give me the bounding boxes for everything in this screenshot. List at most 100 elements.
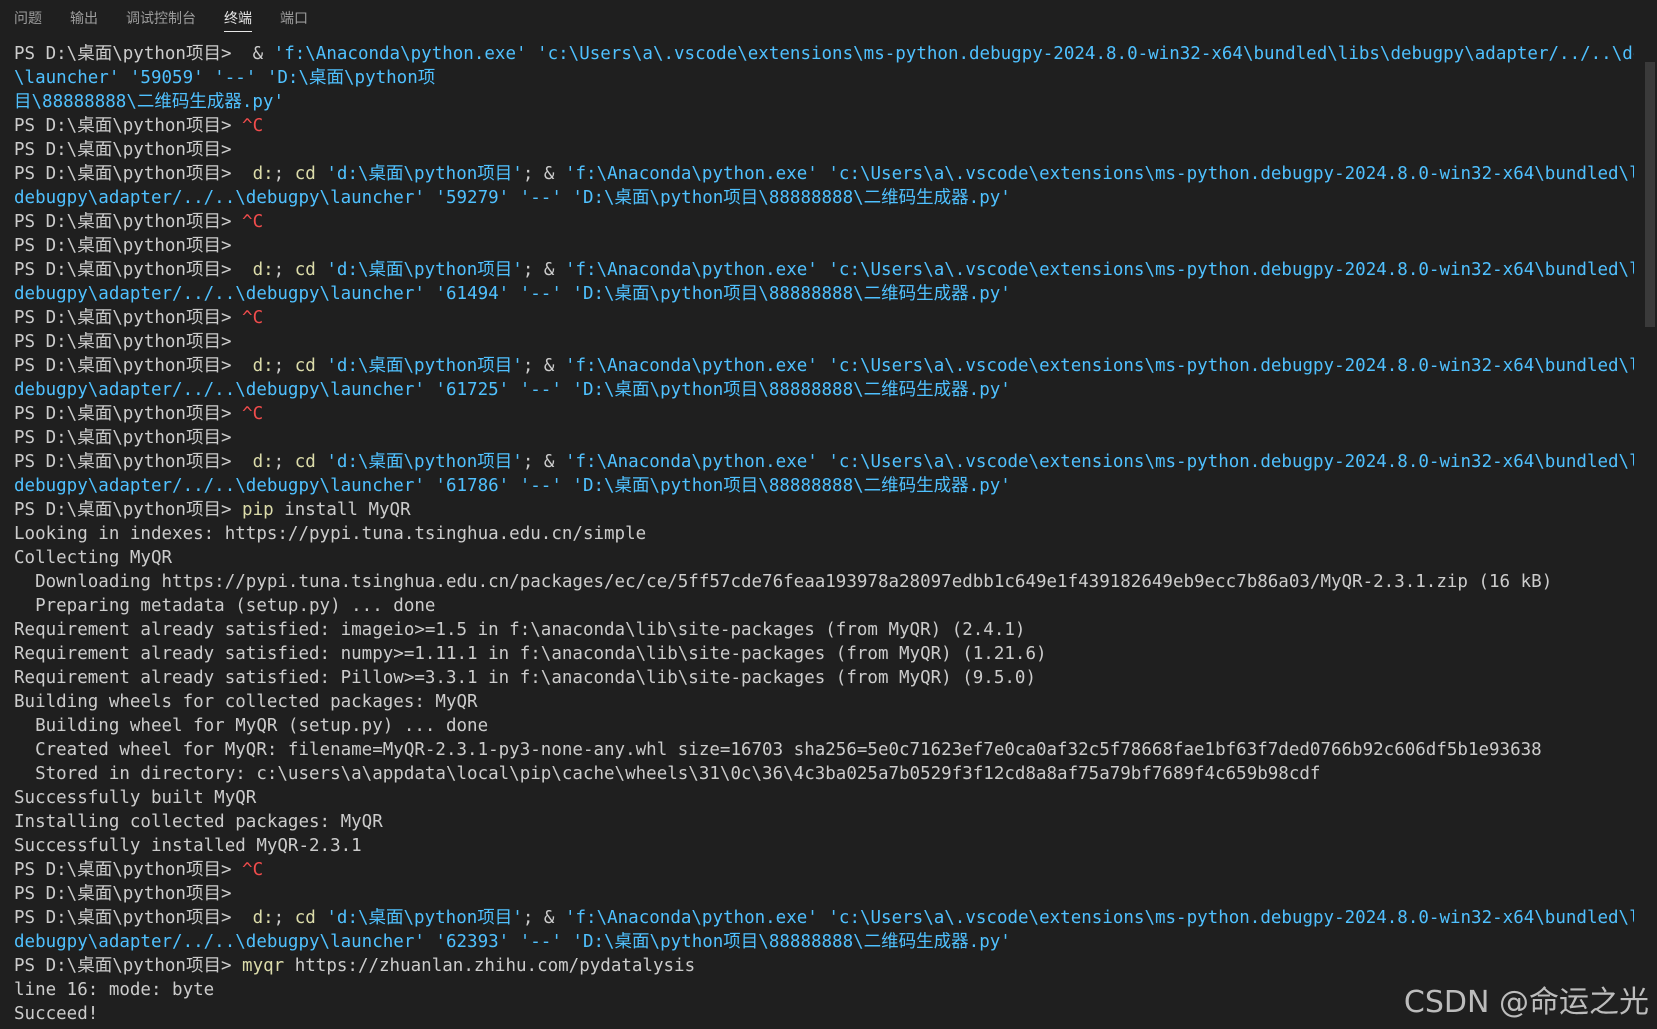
terminal-token: ; — [273, 452, 295, 472]
tab-problems[interactable]: 问题 — [0, 0, 56, 38]
terminal-token: debugpy\adapter/../..\debugpy\launcher' … — [14, 932, 1011, 952]
terminal-token: PS D:\桌面\python项目> — [14, 212, 243, 232]
terminal-token: Requirement already satisfied: numpy>=1.… — [14, 644, 1047, 664]
terminal-line: Succeed! — [14, 1002, 1634, 1026]
terminal-token: debugpy\adapter/../..\debugpy\launcher' … — [14, 188, 1011, 208]
terminal-token: pip — [242, 500, 274, 520]
terminal-line: PS D:\桌面\python项目> ^C — [14, 114, 1634, 138]
tab-ports[interactable]: 端口 — [266, 0, 322, 38]
terminal-line: Created wheel for MyQR: filename=MyQR-2.… — [14, 738, 1634, 762]
terminal-token: ^C — [242, 860, 264, 880]
terminal-token: 'f:\Anaconda\python.exe' 'c:\Users\a\.vs… — [564, 164, 1634, 184]
tab-debug-console[interactable]: 调试控制台 — [112, 0, 210, 38]
terminal-line: debugpy\adapter/../..\debugpy\launcher' … — [14, 474, 1634, 498]
terminal-line: PS D:\桌面\python项目> d:; cd 'd:\桌面\python项… — [14, 450, 1634, 474]
terminal-token: PS D:\桌面\python项目> — [14, 452, 243, 472]
terminal-line: PS D:\桌面\python项目> d:; cd 'd:\桌面\python项… — [14, 906, 1634, 930]
terminal-token: PS D:\桌面\python项目> — [14, 428, 243, 448]
terminal-token: Stored in directory: c:\users\a\appdata\… — [14, 764, 1321, 784]
terminal-token: debugpy\adapter/../..\debugpy\launcher' … — [14, 380, 1011, 400]
terminal-token: ^C — [242, 308, 264, 328]
terminal-line: Stored in directory: c:\users\a\appdata\… — [14, 762, 1634, 786]
terminal-token: debugpy\adapter/../..\debugpy\launcher' … — [14, 476, 1011, 496]
terminal-token: 'f:\Anaconda\python.exe' 'c:\Users\a\.vs… — [564, 260, 1634, 280]
terminal-line: Building wheel for MyQR (setup.py) ... d… — [14, 714, 1634, 738]
terminal-token: ; — [273, 164, 295, 184]
terminal-line: debugpy\adapter/../..\debugpy\launcher' … — [14, 186, 1634, 210]
terminal-token: cd — [294, 260, 316, 280]
terminal-line: Requirement already satisfied: numpy>=1.… — [14, 642, 1634, 666]
terminal-token: 'd:\桌面\python项目' — [326, 356, 523, 376]
terminal-token: myqr — [242, 956, 285, 976]
terminal-token: PS D:\桌面\python项目> — [14, 884, 243, 904]
terminal-token: ^C — [242, 212, 264, 232]
terminal-line: Requirement already satisfied: Pillow>=3… — [14, 666, 1634, 690]
terminal-line: debugpy\adapter/../..\debugpy\launcher' … — [14, 282, 1634, 306]
terminal-line: PS D:\桌面\python项目> — [14, 426, 1634, 450]
terminal-line: Successfully built MyQR — [14, 786, 1634, 810]
terminal-output[interactable]: PS D:\桌面\python项目> & 'f:\Anaconda\python… — [14, 42, 1634, 1029]
terminal-token: ^C — [242, 404, 264, 424]
terminal-token: Successfully built MyQR — [14, 788, 257, 808]
terminal-token: ; & — [522, 452, 565, 472]
terminal-line: PS D:\桌面\python项目> — [14, 330, 1634, 354]
terminal-line: PS D:\桌面\python项目> & 'f:\Anaconda\python… — [14, 42, 1634, 66]
terminal-token: PS D:\桌面\python项目> — [14, 236, 243, 256]
terminal-token: d: — [252, 260, 274, 280]
tab-output[interactable]: 输出 — [56, 0, 112, 38]
terminal-line: \launcher' '59059' '--' 'D:\桌面\python项 — [14, 66, 1634, 90]
terminal-token: d: — [252, 164, 274, 184]
terminal-line: line 16: mode: byte — [14, 978, 1634, 1002]
terminal-token: Building wheels for collected packages: … — [14, 692, 478, 712]
terminal-token: d: — [252, 452, 274, 472]
terminal-token: ; — [273, 356, 295, 376]
terminal-line: Installing collected packages: MyQR — [14, 810, 1634, 834]
terminal-token: Successfully installed MyQR-2.3.1 — [14, 836, 362, 856]
panel-tab-bar: 问题 输出 调试控制台 终端 端口 — [0, 0, 1657, 38]
terminal-token: cd — [294, 908, 316, 928]
scrollbar-thumb[interactable] — [1645, 62, 1655, 327]
terminal-token: 'f:\Anaconda\python.exe' 'c:\Users\a\.vs… — [564, 356, 1634, 376]
terminal-line: PS D:\桌面\python项目> — [14, 138, 1634, 162]
terminal-token: ; — [273, 908, 295, 928]
terminal-scrollbar[interactable] — [1643, 42, 1657, 1029]
terminal-token: Created wheel for MyQR: filename=MyQR-2.… — [14, 740, 1542, 760]
terminal-line: PS D:\桌面\python项目> ^C — [14, 210, 1634, 234]
terminal-line: PS D:\桌面\python项目> d:; cd 'd:\桌面\python项… — [14, 162, 1634, 186]
terminal-line: PS D:\桌面\python项目> ^C — [14, 858, 1634, 882]
terminal-line: PS D:\桌面\python项目> d:; cd 'd:\桌面\python项… — [14, 258, 1634, 282]
terminal-token: 'f:\Anaconda\python.exe' 'c:\Users\a\.vs… — [273, 44, 1634, 64]
terminal-token: Requirement already satisfied: imageio>=… — [14, 620, 1026, 640]
terminal-token: PS D:\桌面\python项目> — [14, 356, 243, 376]
terminal-token: Succeed! — [14, 1004, 99, 1024]
terminal-line: Successfully installed MyQR-2.3.1 — [14, 834, 1634, 858]
terminal-token: 'd:\桌面\python项目' — [326, 164, 523, 184]
terminal-token: PS D:\桌面\python项目> — [14, 404, 243, 424]
terminal-line: Looking in indexes: https://pypi.tuna.ts… — [14, 522, 1634, 546]
terminal-token: 'f:\Anaconda\python.exe' 'c:\Users\a\.vs… — [564, 452, 1634, 472]
terminal-token: Installing collected packages: MyQR — [14, 812, 383, 832]
terminal-token: Building wheel for MyQR (setup.py) ... d… — [14, 716, 489, 736]
terminal-token: ; — [273, 260, 295, 280]
terminal-token: line 16: mode: byte — [14, 980, 215, 1000]
terminal-token: 目\88888888\二维码生成器.py' — [14, 92, 285, 112]
tab-terminal[interactable]: 终端 — [210, 0, 266, 38]
terminal-token: PS D:\桌面\python项目> — [14, 956, 243, 976]
terminal-line: PS D:\桌面\python项目> — [14, 234, 1634, 258]
terminal-token: cd — [294, 452, 316, 472]
terminal-token: PS D:\桌面\python项目> — [14, 116, 243, 136]
terminal-token: PS D:\桌面\python项目> — [14, 332, 243, 352]
terminal-token: ; & — [522, 164, 565, 184]
terminal-token: Requirement already satisfied: Pillow>=3… — [14, 668, 1036, 688]
terminal-token: d: — [252, 356, 274, 376]
terminal-token: d: — [252, 908, 274, 928]
terminal-token: 'd:\桌面\python项目' — [326, 908, 523, 928]
terminal-line: Building wheels for collected packages: … — [14, 690, 1634, 714]
